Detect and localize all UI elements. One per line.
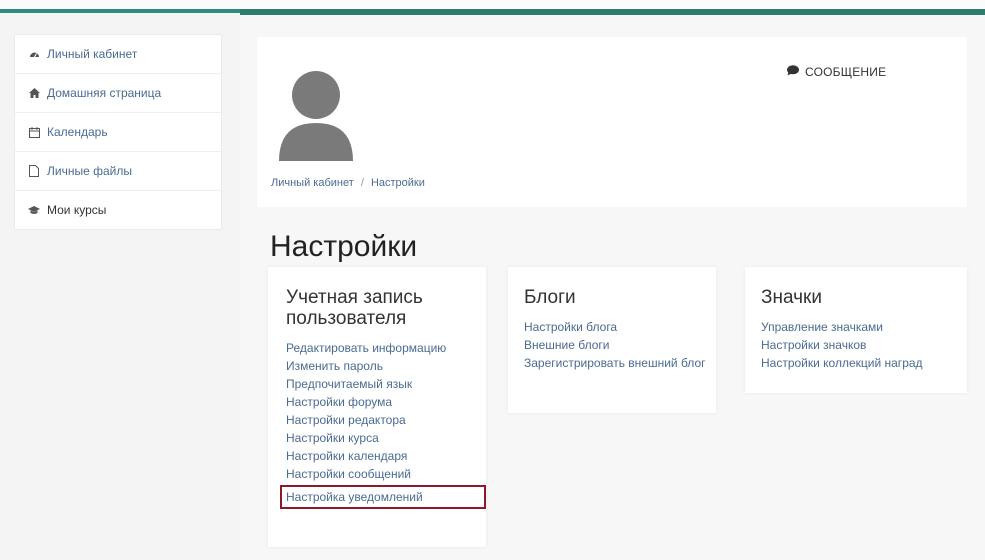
message-button-label: СООБЩЕНИЕ	[805, 65, 887, 79]
file-icon	[27, 165, 41, 177]
card-title: Учетная запись пользователя	[286, 287, 423, 329]
link-course-preferences[interactable]: Настройки курса	[286, 429, 486, 447]
link-message-preferences[interactable]: Настройки сообщений	[286, 465, 486, 483]
sidebar-item-label: Личные файлы	[47, 164, 132, 178]
link-calendar-preferences[interactable]: Настройки календаря	[286, 447, 486, 465]
link-register-external-blog[interactable]: Зарегистрировать внешний блог	[524, 354, 716, 372]
link-backpack-settings[interactable]: Настройки коллекций наград	[761, 354, 967, 372]
sidebar-item-my-courses[interactable]: Мои курсы	[15, 191, 221, 229]
link-edit-profile[interactable]: Редактировать информацию	[286, 339, 486, 357]
avatar[interactable]	[271, 65, 361, 161]
sidebar-item-calendar[interactable]: Календарь	[15, 113, 221, 152]
graduation-cap-icon	[27, 205, 41, 215]
calendar-icon	[27, 126, 41, 138]
card-user-account: Учетная запись пользователя Редактироват…	[268, 267, 486, 547]
link-manage-badges[interactable]: Управление значками	[761, 318, 967, 336]
main-region: СООБЩЕНИЕ Личный кабинет / Настройки Нас…	[240, 15, 985, 560]
link-badge-preferences[interactable]: Настройки значков	[761, 336, 967, 354]
sidebar-item-private-files[interactable]: Личные файлы	[15, 152, 221, 191]
breadcrumb-home-link[interactable]: Личный кабинет	[271, 177, 354, 189]
card-title: Значки	[761, 287, 822, 308]
link-forum-preferences[interactable]: Настройки форума	[286, 393, 486, 411]
breadcrumb-separator: /	[360, 177, 364, 189]
card-links: Редактировать информацию Изменить пароль…	[280, 339, 486, 509]
sidebar-item-dashboard[interactable]: Личный кабинет	[15, 35, 221, 74]
comment-icon	[787, 65, 799, 79]
dashboard-icon	[27, 49, 41, 59]
sidebar-item-label: Личный кабинет	[47, 47, 138, 61]
link-external-blogs[interactable]: Внешние блоги	[524, 336, 716, 354]
page-header: СООБЩЕНИЕ Личный кабинет / Настройки	[257, 37, 967, 207]
card-links: Управление значками Настройки значков На…	[761, 318, 967, 372]
link-preferred-language[interactable]: Предпочитаемый язык	[286, 375, 486, 393]
card-badges: Значки Управление значками Настройки зна…	[745, 267, 967, 393]
page-title: Настройки	[270, 230, 418, 263]
sidebar-item-label: Календарь	[47, 125, 108, 139]
message-button[interactable]: СООБЩЕНИЕ	[787, 65, 886, 79]
top-navbar	[0, 0, 985, 15]
link-notification-preferences[interactable]: Настройка уведомлений	[280, 485, 486, 509]
sidebar-nav: Личный кабинет Домашняя страница Календа…	[14, 34, 222, 230]
card-title: Блоги	[524, 287, 576, 308]
link-editor-preferences[interactable]: Настройки редактора	[286, 411, 486, 429]
link-change-password[interactable]: Изменить пароль	[286, 357, 486, 375]
card-links: Настройки блога Внешние блоги Зарегистри…	[524, 318, 716, 372]
sidebar-item-home[interactable]: Домашняя страница	[15, 74, 221, 113]
sidebar-item-label: Домашняя страница	[47, 86, 162, 100]
link-blog-preferences[interactable]: Настройки блога	[524, 318, 716, 336]
home-icon	[27, 88, 41, 98]
card-blogs: Блоги Настройки блога Внешние блоги Заре…	[508, 267, 716, 413]
sidebar-item-label: Мои курсы	[47, 203, 107, 217]
breadcrumb: Личный кабинет / Настройки	[271, 177, 425, 189]
breadcrumb-current-link[interactable]: Настройки	[371, 177, 425, 189]
